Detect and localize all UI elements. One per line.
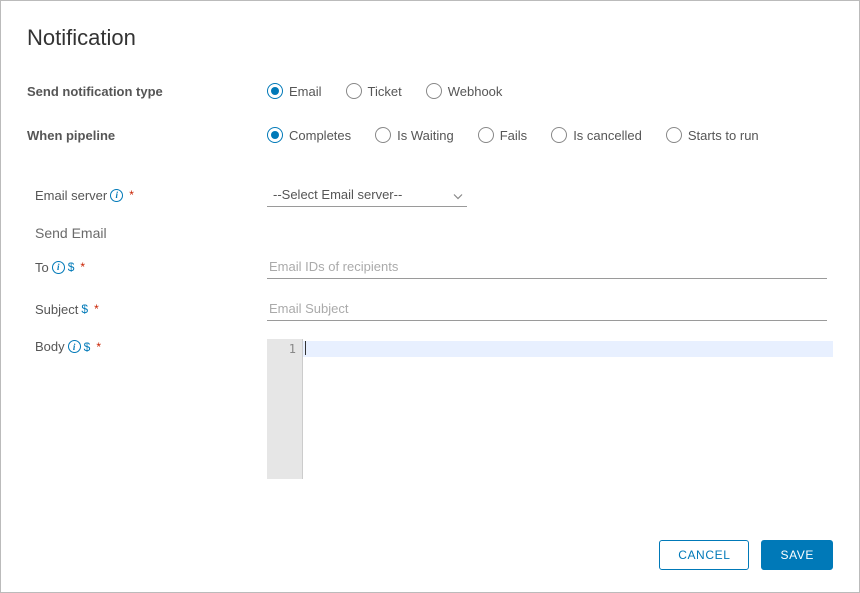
pipeline-trigger-options: Completes Is Waiting Fails Is cancelled … bbox=[267, 127, 833, 143]
radio-label: Is cancelled bbox=[573, 128, 642, 143]
pipeline-trigger-label: When pipeline bbox=[27, 128, 267, 143]
radio-icon bbox=[267, 127, 283, 143]
radio-label: Completes bbox=[289, 128, 351, 143]
info-icon[interactable]: i bbox=[52, 261, 65, 274]
notification-modal: Notification Send notification type Emai… bbox=[0, 0, 860, 593]
line-number: 1 bbox=[269, 341, 296, 357]
radio-label: Starts to run bbox=[688, 128, 759, 143]
info-icon[interactable]: i bbox=[110, 189, 123, 202]
email-server-control: --Select Email server-- bbox=[267, 183, 833, 207]
radio-is-waiting[interactable]: Is Waiting bbox=[375, 127, 454, 143]
subject-control bbox=[267, 297, 833, 321]
to-row: To i $ * bbox=[27, 255, 833, 279]
notification-type-row: Send notification type Email Ticket Webh… bbox=[27, 83, 833, 99]
save-button[interactable]: SAVE bbox=[761, 540, 833, 570]
dollar-icon[interactable]: $ bbox=[68, 260, 75, 274]
radio-label: Ticket bbox=[368, 84, 402, 99]
email-server-select-wrapper[interactable]: --Select Email server-- bbox=[267, 183, 467, 207]
active-line-highlight bbox=[303, 341, 833, 357]
radio-icon bbox=[478, 127, 494, 143]
info-icon[interactable]: i bbox=[68, 340, 81, 353]
radio-icon bbox=[666, 127, 682, 143]
to-label: To bbox=[35, 260, 49, 275]
to-control bbox=[267, 255, 833, 279]
radio-icon bbox=[426, 83, 442, 99]
radio-icon bbox=[346, 83, 362, 99]
subject-row: Subject $ * bbox=[27, 297, 833, 321]
body-label: Body bbox=[35, 339, 65, 354]
code-body[interactable] bbox=[303, 339, 833, 479]
pipeline-trigger-row: When pipeline Completes Is Waiting Fails… bbox=[27, 127, 833, 143]
to-input[interactable] bbox=[267, 255, 827, 279]
required-asterisk: * bbox=[94, 302, 99, 316]
dollar-icon[interactable]: $ bbox=[84, 340, 91, 354]
radio-label: Webhook bbox=[448, 84, 503, 99]
required-asterisk: * bbox=[96, 340, 101, 354]
radio-icon bbox=[375, 127, 391, 143]
send-email-heading: Send Email bbox=[30, 225, 833, 241]
dollar-icon[interactable]: $ bbox=[81, 302, 88, 316]
modal-title: Notification bbox=[27, 25, 833, 51]
radio-is-cancelled[interactable]: Is cancelled bbox=[551, 127, 642, 143]
radio-fails[interactable]: Fails bbox=[478, 127, 527, 143]
radio-email[interactable]: Email bbox=[267, 83, 322, 99]
radio-label: Is Waiting bbox=[397, 128, 454, 143]
body-control: 1 bbox=[267, 339, 833, 479]
subject-input[interactable] bbox=[267, 297, 827, 321]
subject-label: Subject bbox=[35, 302, 78, 317]
button-row: CANCEL SAVE bbox=[659, 540, 833, 570]
email-server-label-col: Email server i * bbox=[27, 188, 267, 203]
subject-label-col: Subject $ * bbox=[27, 302, 267, 317]
radio-ticket[interactable]: Ticket bbox=[346, 83, 402, 99]
to-label-col: To i $ * bbox=[27, 260, 267, 275]
notification-type-label: Send notification type bbox=[27, 84, 267, 99]
radio-label: Email bbox=[289, 84, 322, 99]
radio-icon bbox=[551, 127, 567, 143]
code-cursor bbox=[305, 341, 306, 355]
code-gutter: 1 bbox=[267, 339, 303, 479]
required-asterisk: * bbox=[129, 188, 134, 202]
radio-label: Fails bbox=[500, 128, 527, 143]
email-server-select[interactable]: --Select Email server-- bbox=[267, 183, 467, 207]
required-asterisk: * bbox=[80, 260, 85, 274]
radio-icon bbox=[267, 83, 283, 99]
radio-starts-to-run[interactable]: Starts to run bbox=[666, 127, 759, 143]
body-label-col: Body i $ * bbox=[27, 339, 267, 354]
email-server-label: Email server bbox=[35, 188, 107, 203]
body-row: Body i $ * 1 bbox=[27, 339, 833, 479]
cancel-button[interactable]: CANCEL bbox=[659, 540, 749, 570]
radio-completes[interactable]: Completes bbox=[267, 127, 351, 143]
notification-type-options: Email Ticket Webhook bbox=[267, 83, 833, 99]
email-server-row: Email server i * --Select Email server-- bbox=[27, 183, 833, 207]
radio-webhook[interactable]: Webhook bbox=[426, 83, 503, 99]
body-code-editor[interactable]: 1 bbox=[267, 339, 833, 479]
